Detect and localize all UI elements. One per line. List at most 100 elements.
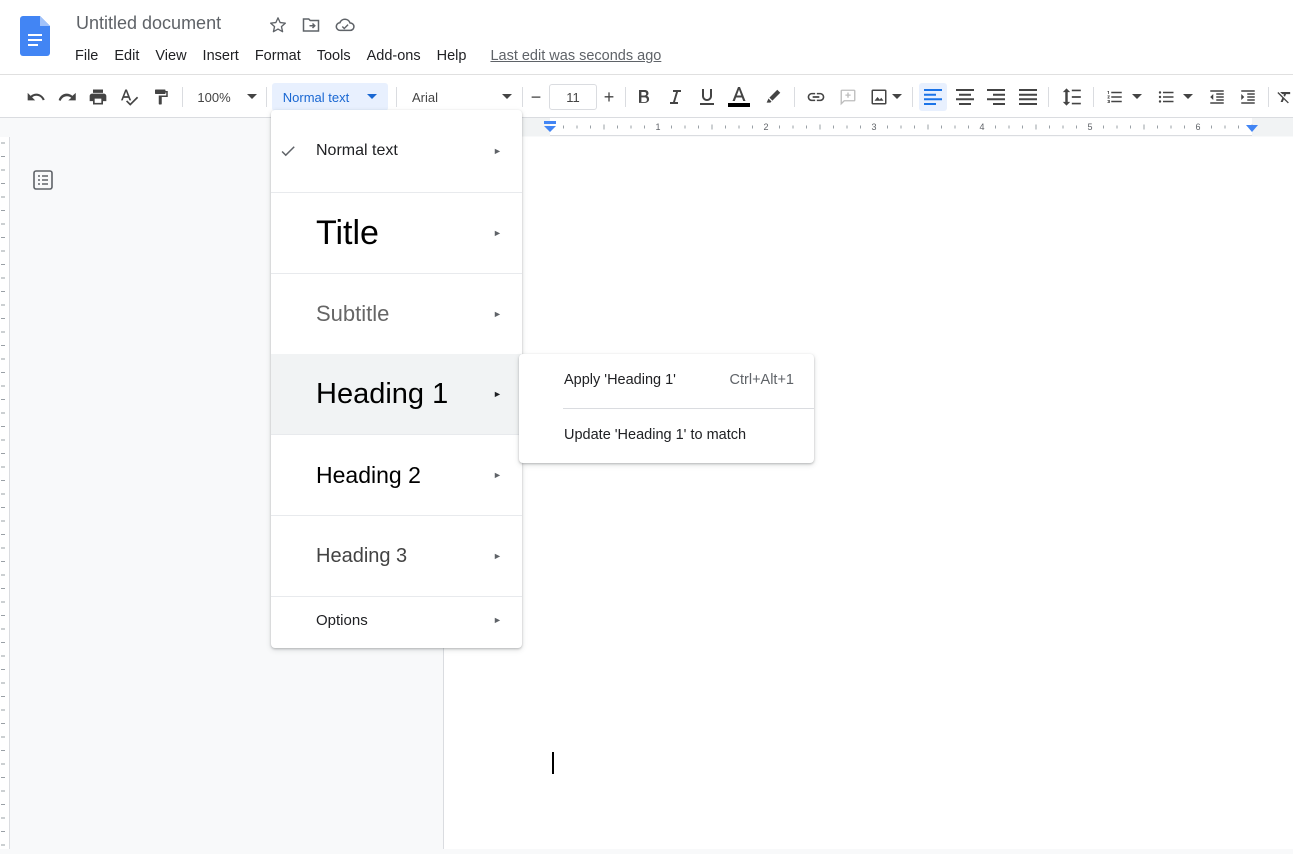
chevron-down-icon xyxy=(246,94,257,99)
toolbar-divider xyxy=(912,87,913,107)
ruler-mark-label: 6 xyxy=(1195,122,1200,132)
align-right-icon[interactable] xyxy=(982,83,1010,111)
submenu-arrow-icon: ► xyxy=(493,551,502,561)
menu-add-ons[interactable]: Add-ons xyxy=(359,44,429,68)
apply-heading-1-item[interactable]: Apply 'Heading 1' Ctrl+Alt+1 xyxy=(519,358,814,402)
italic-icon[interactable] xyxy=(662,83,688,111)
text-color-icon[interactable] xyxy=(726,83,752,111)
chevron-down-icon xyxy=(502,94,512,99)
last-edit-link[interactable]: Last edit was seconds ago xyxy=(474,44,669,68)
undo-icon[interactable] xyxy=(23,83,49,111)
paragraph-style-select[interactable]: Normal text xyxy=(272,83,388,111)
align-justify-icon[interactable] xyxy=(1014,83,1042,111)
insert-link-icon[interactable] xyxy=(803,83,829,111)
align-center-icon[interactable] xyxy=(951,83,979,111)
paragraph-style-menu: Normal text ► Title ► Subtitle ► Heading… xyxy=(271,110,522,648)
toolbar: 100% Normal text Arial − 11 + xyxy=(0,74,1293,118)
vertical-ruler xyxy=(0,137,10,849)
increase-indent-icon[interactable] xyxy=(1235,83,1261,111)
menu-file[interactable]: File xyxy=(67,44,106,68)
line-spacing-icon[interactable] xyxy=(1057,83,1085,111)
submenu-arrow-icon: ► xyxy=(493,389,502,399)
document-page[interactable] xyxy=(443,137,1293,849)
submenu-arrow-icon: ► xyxy=(493,309,502,319)
toolbar-divider xyxy=(625,87,626,107)
font-select[interactable]: Arial xyxy=(406,83,518,111)
horizontal-ruler[interactable]: 1 2 3 4 5 6 xyxy=(443,118,1293,136)
submenu-arrow-icon: ► xyxy=(493,146,502,156)
menu-divider xyxy=(563,408,814,409)
style-item-subtitle[interactable]: Subtitle ► xyxy=(271,274,522,354)
app-header: Untitled document File Edit View Insert … xyxy=(0,0,1293,74)
style-item-heading-1[interactable]: Heading 1 ► xyxy=(271,354,522,434)
highlight-color-icon[interactable] xyxy=(760,83,786,111)
move-to-folder-icon[interactable] xyxy=(300,14,322,36)
menu-bar: File Edit View Insert Format Tools Add-o… xyxy=(67,44,669,68)
numbered-list-icon[interactable] xyxy=(1102,83,1146,111)
ruler-mark-label: 1 xyxy=(655,122,660,132)
menu-format[interactable]: Format xyxy=(247,44,309,68)
ruler-mark-label: 5 xyxy=(1087,122,1092,132)
decrease-indent-icon[interactable] xyxy=(1204,83,1230,111)
update-heading-1-item[interactable]: Update 'Heading 1' to match xyxy=(519,413,814,457)
add-comment-icon[interactable] xyxy=(835,83,861,111)
paragraph-style-value: Normal text xyxy=(282,89,350,105)
chevron-down-icon xyxy=(1183,94,1193,99)
menu-edit[interactable]: Edit xyxy=(106,44,147,68)
check-icon xyxy=(281,146,295,157)
toolbar-divider xyxy=(182,87,183,107)
bold-icon[interactable] xyxy=(631,83,657,111)
chevron-down-icon xyxy=(1132,94,1142,99)
bulleted-list-icon[interactable] xyxy=(1153,83,1197,111)
text-cursor xyxy=(552,752,554,774)
style-item-normal-text[interactable]: Normal text ► xyxy=(271,110,522,192)
submenu-arrow-icon: ► xyxy=(493,615,502,625)
increase-font-size-button[interactable]: + xyxy=(597,83,621,111)
docs-logo-icon[interactable] xyxy=(20,16,50,56)
toolbar-divider xyxy=(266,87,267,107)
insert-image-icon[interactable] xyxy=(866,83,906,111)
ruler-mark-label: 2 xyxy=(763,122,768,132)
style-item-title[interactable]: Title ► xyxy=(271,193,522,273)
heading-1-submenu: Apply 'Heading 1' Ctrl+Alt+1 Update 'Hea… xyxy=(519,354,814,463)
toolbar-divider xyxy=(522,87,523,107)
cloud-saved-icon[interactable] xyxy=(334,14,356,36)
vertical-ruler-ticks xyxy=(1,142,5,846)
clear-formatting-icon[interactable] xyxy=(1276,83,1293,111)
style-item-heading-2[interactable]: Heading 2 ► xyxy=(271,435,522,515)
spellcheck-icon[interactable] xyxy=(116,83,142,111)
star-icon[interactable] xyxy=(267,14,289,36)
align-left-icon[interactable] xyxy=(919,83,947,111)
menu-view[interactable]: View xyxy=(147,44,194,68)
chevron-down-icon xyxy=(892,94,902,99)
redo-icon[interactable] xyxy=(54,83,80,111)
toolbar-divider xyxy=(794,87,795,107)
ruler-mark-label: 4 xyxy=(979,122,984,132)
style-item-heading-3[interactable]: Heading 3 ► xyxy=(271,516,522,596)
menu-help[interactable]: Help xyxy=(429,44,475,68)
font-value: Arial xyxy=(412,89,439,105)
font-size-input[interactable]: 11 xyxy=(549,84,597,110)
toolbar-divider xyxy=(396,87,397,107)
toolbar-divider xyxy=(1048,87,1049,107)
style-item-options[interactable]: Options ► xyxy=(271,597,522,643)
submenu-arrow-icon: ► xyxy=(493,228,502,238)
toolbar-divider xyxy=(1093,87,1094,107)
submenu-arrow-icon: ► xyxy=(493,470,502,480)
ruler-mark-label: 3 xyxy=(871,122,876,132)
underline-icon[interactable] xyxy=(694,83,720,111)
ruler-ticks: 1 2 3 4 5 6 xyxy=(443,118,1293,136)
apply-heading-1-shortcut: Ctrl+Alt+1 xyxy=(729,372,794,388)
decrease-font-size-button[interactable]: − xyxy=(524,83,548,111)
document-outline-icon[interactable] xyxy=(32,169,54,191)
zoom-select[interactable]: 100% xyxy=(192,83,262,111)
document-title[interactable]: Untitled document xyxy=(76,13,221,34)
chevron-down-icon xyxy=(367,94,378,99)
menu-insert[interactable]: Insert xyxy=(195,44,247,68)
menu-tools[interactable]: Tools xyxy=(309,44,359,68)
paint-format-icon[interactable] xyxy=(148,83,174,111)
text-color-swatch xyxy=(728,103,750,107)
print-icon[interactable] xyxy=(85,83,111,111)
toolbar-divider xyxy=(1268,87,1269,107)
zoom-value: 100% xyxy=(197,89,231,105)
